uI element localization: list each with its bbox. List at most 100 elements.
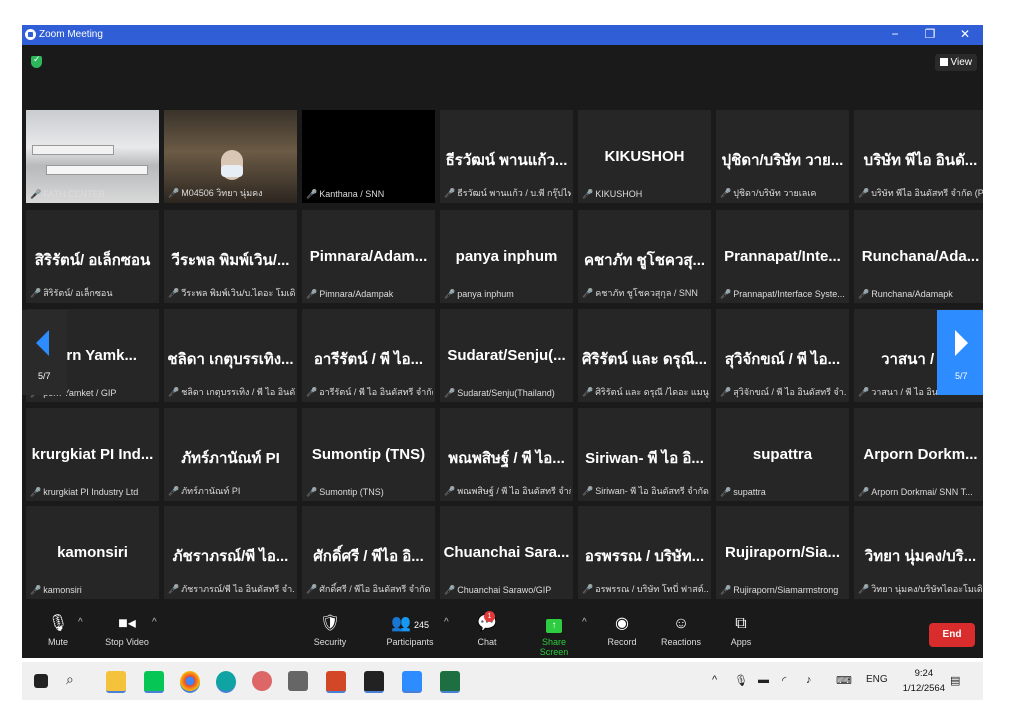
participant-tile[interactable]: KIKUSHOH 🎤 KIKUSHOH	[578, 110, 711, 203]
participant-tile[interactable]: panya inphum 🎤 panya inphum	[440, 210, 573, 303]
participant-tile[interactable]: บริษัท พีไอ อินดั... 🎤 บริษัท พีไอ อินดัสท…	[854, 110, 983, 203]
participant-name: Prannapat/Inte...	[724, 248, 841, 265]
participant-name: วีระพล พิมพ์เวิน/...	[171, 252, 290, 269]
muted-mic-icon: 🎤	[30, 189, 42, 199]
participant-tile[interactable]: 🎤 FATH CENTER	[26, 110, 159, 203]
participant-tile[interactable]: kamonsiri 🎤 kamonsiri	[26, 506, 159, 599]
tray-mic-icon[interactable]: 🎙	[734, 674, 748, 687]
participant-tile[interactable]: supattra 🎤 supattra	[716, 408, 849, 501]
participants-options-caret[interactable]: ^	[444, 617, 449, 628]
participant-label-text: สิริรัตน์/ อเล็กซอน	[43, 288, 113, 298]
video-options-caret[interactable]: ^	[152, 617, 157, 628]
participant-tile[interactable]: วีระพล พิมพ์เวิน/... 🎤 วีระพล พิมพ์เวิน/บ.…	[164, 210, 297, 303]
powerpoint-icon[interactable]	[326, 671, 346, 693]
apps-button[interactable]: ⧉ Apps	[726, 613, 756, 647]
muted-mic-icon: 🎤	[720, 289, 732, 299]
chat-button[interactable]: 💬 1 Chat	[474, 611, 500, 647]
close-button[interactable]: ✕	[953, 27, 977, 41]
record-button[interactable]: ◉ Record	[604, 613, 640, 647]
participant-tile[interactable]: 🎤 M04506 วิทยา นุ่มคง	[164, 110, 297, 203]
participant-tile[interactable]: ภัทร์ภานัณท์ PI 🎤 ภัทร์ภานัณท์ PI	[164, 408, 297, 501]
windows-start-icon[interactable]	[34, 674, 48, 688]
participant-tile[interactable]: วิทยา นุ่มคง/บริ... 🎤 วิทยา นุ่มคง/บริษัทไ…	[854, 506, 983, 599]
muted-mic-icon: 🎤	[30, 288, 42, 298]
notification-icon[interactable]: ▤	[950, 674, 960, 687]
input-language[interactable]: ENG	[866, 674, 888, 685]
encryption-shield-icon[interactable]	[31, 54, 42, 68]
mute-button[interactable]: 🎙 Mute	[40, 613, 76, 647]
stop-video-button[interactable]: ■◂ Stop Video	[100, 613, 154, 647]
participant-tile[interactable]: อรพรรณ / บริษัท... 🎤 อรพรรณ / บริษัท โทบี่…	[578, 506, 711, 599]
participants-button[interactable]: 👥 245 Participants	[380, 613, 440, 647]
participant-tile[interactable]: พณพสิษฐ์ / พี ไอ... 🎤 พณพสิษฐ์ / พี ไอ อิน…	[440, 408, 573, 501]
participant-name: วิทยา นุ่มคง/บริ...	[864, 548, 977, 565]
participant-name: ชลิดา เกตุบรรเทิง...	[167, 351, 294, 368]
tray-volume-icon[interactable]: ♪	[806, 674, 812, 686]
participant-tile[interactable]: ปุชิดา/บริษัท วาย... 🎤 ปุชิดา/บริษัท วายเล…	[716, 110, 849, 203]
participant-label-text: Sudarat/Senju(Thailand)	[457, 388, 555, 398]
acrobat-icon[interactable]	[364, 671, 384, 693]
muted-mic-icon: 🎤	[858, 188, 870, 198]
participant-tile[interactable]: สุวิจักขณ์ / พี ไอ... 🎤 สุวิจักขณ์ / พี ไอ…	[716, 309, 849, 402]
audio-options-caret[interactable]: ^	[78, 617, 83, 628]
muted-mic-icon: 🎤	[858, 584, 870, 594]
search-icon[interactable]: ⌕	[66, 671, 86, 691]
participant-tile[interactable]: Chuanchai Sara... 🎤 Chuanchai Sarawo/GIP	[440, 506, 573, 599]
participant-tile[interactable]: ชลิดา เกตุบรรเทิง... 🎤 ชลิดา เกตุบรรเทิง /…	[164, 309, 297, 402]
participant-tile[interactable]: Runchana/Ada... 🎤 Runchana/Adamapk	[854, 210, 983, 303]
previous-page-button[interactable]: 5/7	[22, 310, 67, 395]
participant-tile[interactable]: ธีรวัฒน์ พานแก้ว... 🎤 ธีรวัฒน์ พานแก้ว / บ…	[440, 110, 573, 203]
edge-icon[interactable]	[216, 671, 236, 693]
system-clock[interactable]: 9:24 1/12/2564	[903, 666, 945, 696]
file-explorer-icon[interactable]	[106, 671, 126, 693]
participant-tile[interactable]: Pimnara/Adam... 🎤 Pimnara/Adampak	[302, 210, 435, 303]
participant-tile[interactable]: คชาภัท ชูโชควสุ... 🎤 คชาภัท ชูโชควสุกุล / …	[578, 210, 711, 303]
participant-tile[interactable]: Sudarat/Senju(... 🎤 Sudarat/Senju(Thailand…	[440, 309, 573, 402]
reactions-label: Reactions	[660, 637, 702, 647]
muted-mic-icon: 🎤	[582, 387, 594, 397]
view-button[interactable]: View	[934, 54, 977, 71]
tray-expand-icon[interactable]: ^	[712, 674, 717, 686]
participant-tile[interactable]: Siriwan- พี ไอ อิ... 🎤 Siriwan- พี ไอ อินด…	[578, 408, 711, 501]
participant-tile[interactable]: Sumontip (TNS) 🎤 Sumontip (TNS)	[302, 408, 435, 501]
participant-tile[interactable]: อารีรัตน์ / พี ไอ... 🎤 อารีรัตน์ / พี ไอ อ…	[302, 309, 435, 402]
participant-tile[interactable]: Prannapat/Inte... 🎤 Prannapat/Interface Sy…	[716, 210, 849, 303]
participant-tile[interactable]: Arporn Dorkm... 🎤 Arporn Dorkmai/ SNN T...	[854, 408, 983, 501]
chrome-icon[interactable]	[180, 671, 200, 693]
participant-label: 🎤 อรพรรณ / บริษัท โทบี่ ฟาสต์...	[582, 582, 709, 596]
participant-tile[interactable]: ศิริรัตน์ และ ดรุณี... 🎤 ศิริรัตน์ และ ดรุ…	[578, 309, 711, 402]
tray-battery-icon[interactable]: ▬	[758, 674, 769, 686]
share-screen-button[interactable]: ↑ Share Screen	[527, 613, 581, 657]
minimize-button[interactable]: −	[883, 27, 907, 41]
participant-label: 🎤 KIKUSHOH	[582, 189, 709, 200]
participant-tile[interactable]: สิริรัตน์/ อเล็กซอน 🎤 สิริรัตน์/ อเล็กซอน	[26, 210, 159, 303]
muted-mic-icon: 🎤	[858, 289, 870, 299]
muted-mic-icon: 🎤	[582, 486, 594, 496]
reactions-button[interactable]: ☺ Reactions	[658, 613, 704, 647]
maximize-button[interactable]: ❐	[918, 27, 942, 41]
participant-name: ศิริรัตน์ และ ดรุณี...	[581, 351, 708, 368]
participant-tile[interactable]: ศักดิ์ศรี / พีไอ อิ... 🎤 ศักดิ์ศรี / พีไอ …	[302, 506, 435, 599]
tray-keyboard-icon[interactable]: ⌨	[836, 674, 852, 687]
participant-tile[interactable]: 🎤 Kanthana / SNN	[302, 110, 435, 203]
calculator-icon[interactable]	[288, 671, 308, 691]
participant-name: บริษัท พีไอ อินดั...	[863, 152, 978, 169]
paint-icon[interactable]	[252, 671, 272, 691]
excel-icon[interactable]	[440, 671, 460, 693]
tray-wifi-icon[interactable]: ◜	[782, 674, 786, 687]
participant-tile[interactable]: Rujiraporn/Sia... 🎤 Rujiraporn/Siamarmstro…	[716, 506, 849, 599]
security-button[interactable]: 🛡 Security	[310, 613, 350, 647]
zoom-taskbar-icon[interactable]	[402, 671, 422, 693]
participant-tile[interactable]: ภัชราภรณ์/พี ไอ... 🎤 ภัชราภรณ์/พี ไอ อินดั…	[164, 506, 297, 599]
participant-label-text: คชาภัท ชูโชควสุกุล / SNN	[595, 288, 698, 298]
participant-name: krurgkiat PI Ind...	[31, 446, 154, 463]
participant-name: Runchana/Ada...	[861, 248, 980, 265]
participant-label-text: kamonsiri	[43, 585, 82, 595]
line-app-icon[interactable]	[144, 671, 164, 693]
end-meeting-button[interactable]: End	[929, 623, 975, 647]
share-options-caret[interactable]: ^	[582, 617, 587, 628]
page-indicator-right: 5/7	[955, 371, 968, 381]
participant-tile[interactable]: krurgkiat PI Ind... 🎤 krurgkiat PI Industr…	[26, 408, 159, 501]
muted-mic-icon: 🎤	[720, 585, 732, 595]
next-page-button[interactable]: 5/7	[937, 310, 983, 395]
